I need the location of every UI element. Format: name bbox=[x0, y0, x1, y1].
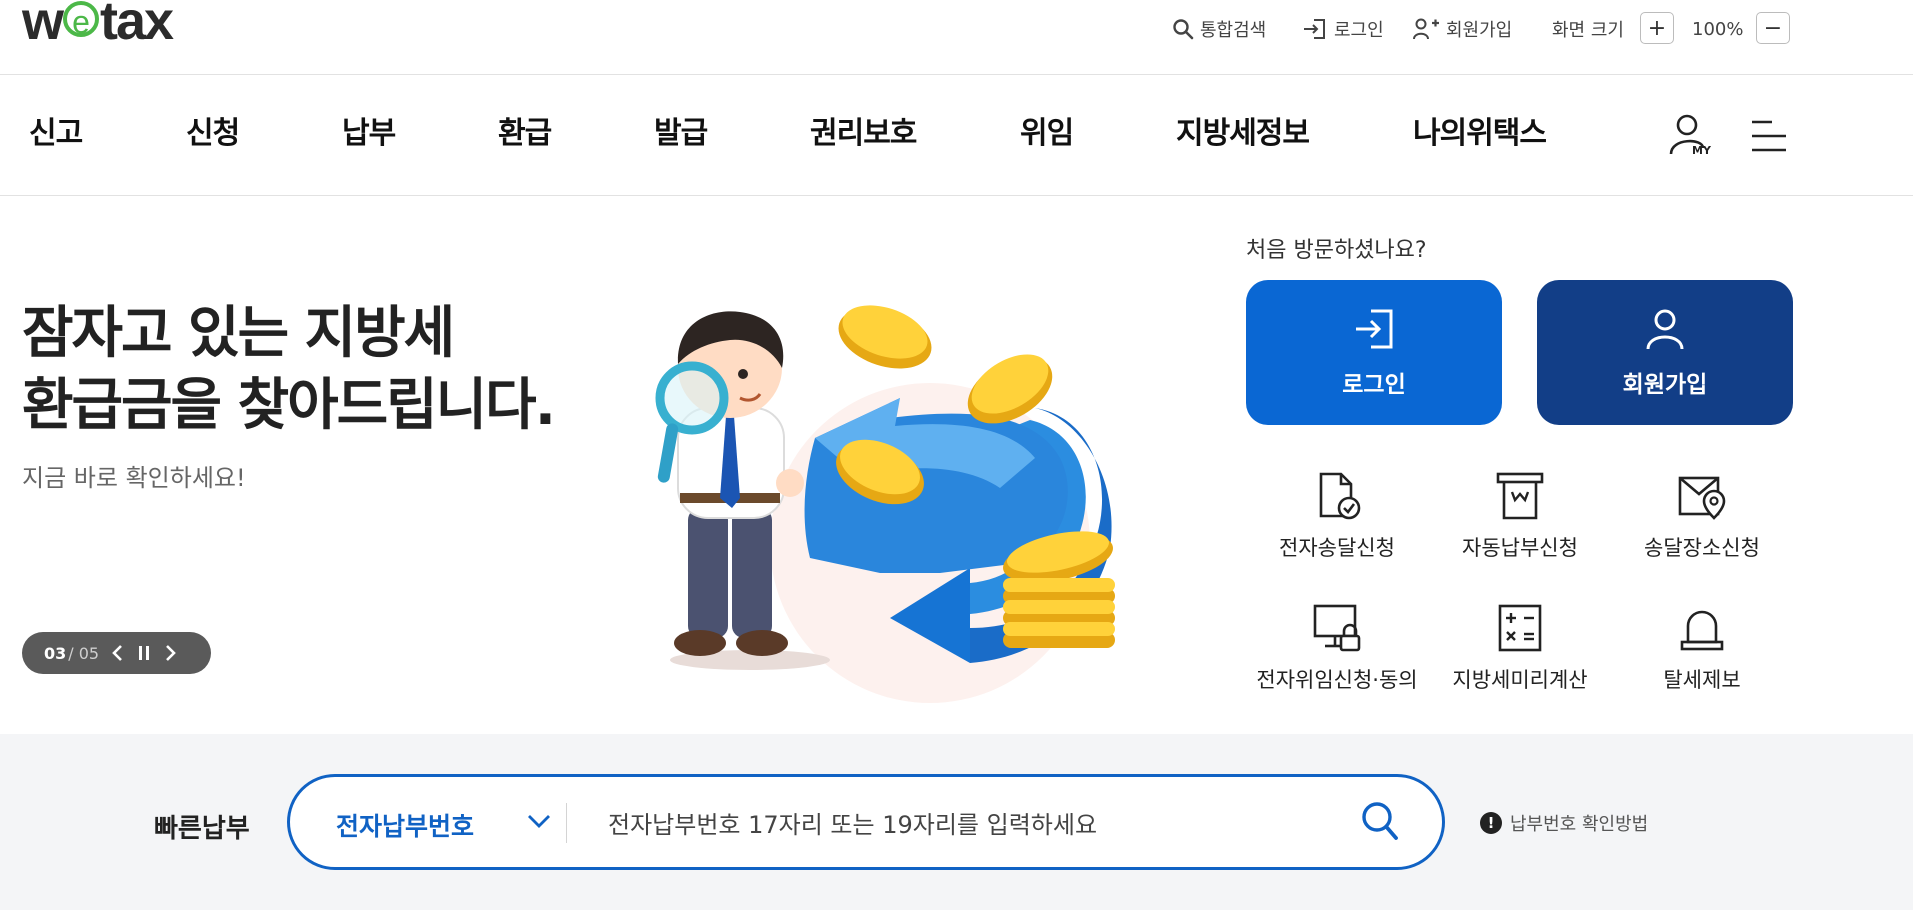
chevron-left-icon bbox=[112, 645, 123, 661]
quick-payment-search-button[interactable] bbox=[1360, 800, 1400, 846]
nav-item-apply[interactable]: 신청 bbox=[186, 112, 240, 156]
signup-big-label: 회원가입 bbox=[1622, 371, 1708, 398]
service-e-delegation[interactable]: 전자위임신청·동의 bbox=[1247, 602, 1427, 694]
chevron-down-icon bbox=[528, 815, 550, 828]
pause-slide-button[interactable] bbox=[137, 644, 151, 662]
zoom-out-button[interactable]: − bbox=[1756, 12, 1790, 44]
service-label: 탈세제보 bbox=[1663, 668, 1741, 692]
service-delivery-address[interactable]: 송달장소신청 bbox=[1612, 470, 1792, 562]
nav-item-delegation[interactable]: 위임 bbox=[1020, 112, 1074, 156]
slide-total: / 05 bbox=[68, 643, 100, 663]
my-page-button[interactable]: MY bbox=[1666, 112, 1712, 164]
service-label: 송달장소신청 bbox=[1644, 536, 1760, 560]
nav-item-my-wetax[interactable]: 나의위택스 bbox=[1413, 112, 1547, 156]
user-icon bbox=[1646, 309, 1684, 349]
signup-big-button[interactable]: 회원가입 bbox=[1537, 280, 1793, 425]
hero-title-line-1: 잠자고 있는 지방세 bbox=[22, 301, 455, 366]
select-divider bbox=[566, 803, 567, 843]
nav-divider bbox=[0, 195, 1913, 196]
payment-number-type-select[interactable]: 전자납부번호 bbox=[336, 807, 474, 843]
payment-number-help-label: 납부번호 확인방법 bbox=[1510, 814, 1649, 835]
wetax-logo[interactable]: w e tax bbox=[22, 0, 174, 56]
login-icon bbox=[1304, 19, 1325, 39]
search-icon bbox=[1362, 802, 1398, 840]
alarm-bell-icon bbox=[1680, 610, 1724, 651]
next-slide-button[interactable] bbox=[163, 644, 177, 662]
logo-e-mark: e bbox=[63, 1, 100, 39]
nav-item-issue[interactable]: 발급 bbox=[654, 112, 708, 156]
integrated-search-label: 통합검색 bbox=[1200, 20, 1267, 41]
login-icon bbox=[1356, 309, 1393, 348]
service-auto-payment[interactable]: 자동납부신청 bbox=[1430, 470, 1610, 562]
service-label: 전자송달신청 bbox=[1279, 536, 1395, 560]
quick-payment-label: 빠른납부 bbox=[154, 814, 250, 844]
signup-label: 회원가입 bbox=[1446, 20, 1513, 41]
document-check-icon bbox=[1319, 472, 1361, 520]
refund-character-illustration bbox=[655, 305, 1115, 703]
info-icon: ! bbox=[1480, 812, 1502, 834]
first-visit-text: 처음 방문하셨나요? bbox=[1246, 238, 1427, 263]
search-icon bbox=[1173, 19, 1194, 40]
calculator-icon bbox=[1498, 604, 1542, 652]
hero-subtitle: 지금 바로 확인하세요! bbox=[22, 464, 246, 492]
all-menu-button[interactable] bbox=[1750, 118, 1788, 158]
payment-number-input[interactable] bbox=[608, 800, 1348, 850]
login-big-label: 로그인 bbox=[1342, 371, 1406, 398]
hero-title: 잠자고 있는 지방세 환급금을 찾아드립니다. bbox=[22, 298, 556, 442]
top-divider bbox=[0, 74, 1913, 75]
login-link[interactable]: 로그인 bbox=[1302, 14, 1384, 44]
add-user-icon bbox=[1413, 18, 1439, 40]
service-label: 전자위임신청·동의 bbox=[1256, 668, 1418, 692]
service-tax-evasion-report[interactable]: 탈세제보 bbox=[1612, 602, 1792, 694]
nav-item-localtax-info[interactable]: 지방세정보 bbox=[1176, 112, 1310, 156]
login-label: 로그인 bbox=[1334, 20, 1384, 41]
integrated-search-link[interactable]: 통합검색 bbox=[1172, 14, 1266, 44]
prev-slide-button[interactable] bbox=[111, 644, 125, 662]
auto-payment-icon bbox=[1496, 472, 1544, 520]
zoom-in-button[interactable]: + bbox=[1640, 12, 1674, 44]
logo-w: w bbox=[22, 0, 64, 51]
nav-item-payment[interactable]: 납부 bbox=[342, 112, 396, 156]
service-label: 자동납부신청 bbox=[1462, 536, 1578, 560]
nav-item-report[interactable]: 신고 bbox=[29, 112, 83, 156]
payment-number-help-link[interactable]: ! 납부번호 확인방법 bbox=[1480, 810, 1648, 836]
login-big-button[interactable]: 로그인 bbox=[1246, 280, 1502, 425]
pause-icon bbox=[139, 646, 150, 660]
service-e-delivery[interactable]: 전자송달신청 bbox=[1247, 470, 1427, 562]
my-badge: MY bbox=[1692, 144, 1711, 157]
zoom-label: 화면 크기 bbox=[1552, 20, 1624, 41]
signup-link[interactable]: 회원가입 bbox=[1412, 14, 1512, 44]
banner-slider-control: 03 / 05 bbox=[22, 632, 211, 674]
nav-item-rights[interactable]: 권리보호 bbox=[810, 112, 917, 156]
service-tax-calculator[interactable]: 지방세미리계산 bbox=[1430, 602, 1610, 694]
service-label: 지방세미리계산 bbox=[1452, 668, 1588, 692]
slide-current: 03 bbox=[44, 643, 67, 663]
select-toggle[interactable] bbox=[526, 812, 552, 834]
monitor-lock-icon bbox=[1313, 604, 1361, 652]
envelope-location-icon bbox=[1678, 476, 1726, 520]
nav-item-refund[interactable]: 환급 bbox=[498, 112, 552, 156]
logo-tax: tax bbox=[100, 0, 174, 51]
chevron-right-icon bbox=[166, 645, 176, 661]
hamburger-menu-icon bbox=[1752, 120, 1786, 152]
zoom-value: 100% bbox=[1692, 18, 1744, 40]
hero-title-line-2: 환급금을 찾아드립니다. bbox=[22, 373, 556, 438]
